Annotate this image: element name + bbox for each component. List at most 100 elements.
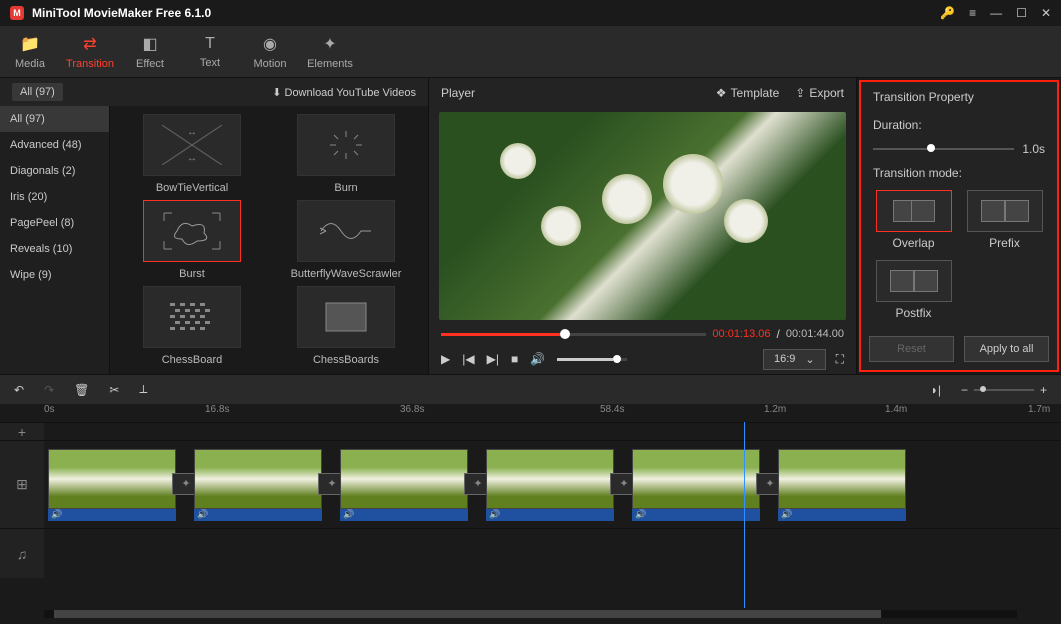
transition-item[interactable]: ButterflyWaveScrawler (272, 200, 420, 280)
category-reveals[interactable]: Reveals (10) (0, 236, 109, 262)
chevron-down-icon: ⌄ (805, 353, 814, 366)
tab-elements[interactable]: ✦Elements (300, 26, 360, 77)
volume-slider[interactable] (557, 358, 627, 361)
stop-button[interactable]: ■ (511, 352, 518, 366)
video-clip[interactable]: 🔊✦ (194, 449, 322, 521)
zoom-in-button[interactable]: + (1040, 383, 1047, 397)
transition-icon: ⇄ (83, 34, 96, 54)
close-button[interactable]: ✕ (1041, 6, 1051, 20)
time-current: 00:01:13.06 (712, 328, 770, 340)
transition-item[interactable]: ↔↔ BowTieVertical (118, 114, 266, 194)
apply-all-button[interactable]: Apply to all (964, 336, 1049, 362)
effect-icon: ◧ (142, 34, 157, 54)
svg-text:↔: ↔ (187, 127, 197, 138)
duration-label: Duration: (873, 118, 1045, 132)
menu-icon[interactable]: ≡ (969, 6, 976, 20)
reset-button[interactable]: Reset (869, 336, 954, 362)
speaker-icon: 🔊 (635, 509, 646, 520)
category-list: All (97) Advanced (48) Diagonals (2) Iri… (0, 106, 110, 374)
export-button[interactable]: ⇪Export (795, 86, 844, 100)
timeline-scrollbar[interactable] (44, 610, 1017, 618)
video-track-head[interactable]: ⊞ (0, 440, 44, 528)
volume-icon[interactable]: 🔊 (530, 352, 545, 366)
aspect-ratio-select[interactable]: 16:9⌄ (763, 349, 826, 370)
elements-icon: ✦ (323, 34, 336, 54)
prev-frame-button[interactable]: |◀ (462, 352, 474, 366)
property-title: Transition Property (861, 82, 1057, 112)
category-active-chip: All (97) (12, 83, 63, 101)
window-title: MiniTool MovieMaker Free 6.1.0 (32, 6, 211, 20)
play-button[interactable]: ▶ (441, 352, 450, 366)
player-title: Player (441, 86, 475, 100)
duration-slider[interactable] (873, 148, 1014, 150)
speaker-icon: 🔊 (343, 509, 354, 520)
category-all[interactable]: All (97) (0, 106, 109, 132)
tab-motion[interactable]: ◉Motion (240, 26, 300, 77)
next-frame-button[interactable]: ▶| (487, 352, 499, 366)
audio-track-head[interactable]: ♫ (0, 528, 44, 578)
category-pagepeel[interactable]: PagePeel (8) (0, 210, 109, 236)
transition-grid: ↔↔ BowTieVertical Burn Burst ButterflyWa… (110, 106, 428, 374)
audio-track[interactable] (44, 528, 1061, 578)
duration-value: 1.0s (1022, 142, 1045, 156)
timeline-toolbar: ↶ ↷ 🗑 ✂ ⟂ ◗| − + (0, 374, 1061, 404)
template-button[interactable]: ❖Template (716, 86, 779, 100)
video-clip[interactable]: 🔊✦ (48, 449, 176, 521)
time-total: 00:01:44.00 (786, 328, 844, 340)
video-preview[interactable] (439, 112, 846, 320)
seek-bar[interactable] (441, 333, 706, 336)
mode-prefix[interactable]: Prefix (964, 190, 1045, 250)
export-icon: ⇪ (795, 86, 805, 100)
playhead[interactable] (744, 422, 745, 608)
svg-text:↔: ↔ (187, 153, 197, 164)
snap-icon[interactable]: ◗| (931, 383, 941, 397)
folder-icon: 📁 (20, 34, 40, 54)
transition-item[interactable]: Burst (118, 200, 266, 280)
transition-item[interactable]: ChessBoards (272, 286, 420, 366)
speaker-icon: 🔊 (781, 509, 792, 520)
app-logo: M (10, 6, 24, 20)
tab-effect[interactable]: ◧Effect (120, 26, 180, 77)
tab-text[interactable]: TText (180, 26, 240, 77)
main-tabs: 📁Media ⇄Transition ◧Effect TText ◉Motion… (0, 26, 1061, 78)
maximize-button[interactable]: ☐ (1016, 6, 1027, 20)
titlebar: M MiniTool MovieMaker Free 6.1.0 🔑 ≡ — ☐… (0, 0, 1061, 26)
category-wipe[interactable]: Wipe (9) (0, 262, 109, 288)
timeline: 0s 16.8s 36.8s 58.4s 1.2m 1.4m 1.7m + ⊞ … (0, 404, 1061, 620)
license-key-icon[interactable]: 🔑 (940, 6, 955, 20)
timeline-ruler[interactable]: 0s 16.8s 36.8s 58.4s 1.2m 1.4m 1.7m (0, 404, 1061, 422)
tab-transition[interactable]: ⇄Transition (60, 26, 120, 77)
redo-button[interactable]: ↷ (44, 383, 54, 397)
video-clip[interactable]: 🔊✦ (340, 449, 468, 521)
video-clip[interactable]: 🔊✦ (632, 449, 760, 521)
split-button[interactable]: ✂ (109, 383, 119, 397)
mode-postfix[interactable]: Postfix (873, 260, 954, 320)
mode-overlap[interactable]: Overlap (873, 190, 954, 250)
library-panel: All (97) ⬇ Download YouTube Videos All (… (0, 78, 428, 374)
video-track[interactable]: 🔊✦ 🔊✦ 🔊✦ 🔊✦ 🔊✦ 🔊 (44, 440, 1061, 528)
add-track-button[interactable]: + (0, 422, 44, 440)
undo-button[interactable]: ↶ (14, 383, 24, 397)
speaker-icon: 🔊 (197, 509, 208, 520)
transition-item[interactable]: Burn (272, 114, 420, 194)
video-clip[interactable]: 🔊 (778, 449, 906, 521)
zoom-out-button[interactable]: − (961, 383, 968, 397)
category-advanced[interactable]: Advanced (48) (0, 132, 109, 158)
video-clip[interactable]: 🔊✦ (486, 449, 614, 521)
motion-icon: ◉ (263, 34, 277, 54)
zoom-slider[interactable] (974, 389, 1034, 391)
transition-property-panel: Transition Property Duration: 1.0s Trans… (859, 80, 1059, 372)
delete-button[interactable]: 🗑 (74, 383, 89, 397)
crop-button[interactable]: ⟂ (139, 382, 147, 397)
player-panel: Player ❖Template ⇪Export 00:01:13.06 / 0… (428, 78, 857, 374)
category-diagonals[interactable]: Diagonals (2) (0, 158, 109, 184)
transition-item[interactable]: ChessBoard (118, 286, 266, 366)
text-icon: T (205, 35, 215, 53)
category-iris[interactable]: Iris (20) (0, 184, 109, 210)
download-youtube-link[interactable]: ⬇ Download YouTube Videos (272, 86, 416, 99)
tab-media[interactable]: 📁Media (0, 26, 60, 77)
layers-icon: ❖ (716, 86, 727, 100)
minimize-button[interactable]: — (990, 6, 1002, 20)
fullscreen-button[interactable]: ⛶ (836, 352, 844, 367)
speaker-icon: 🔊 (489, 509, 500, 520)
